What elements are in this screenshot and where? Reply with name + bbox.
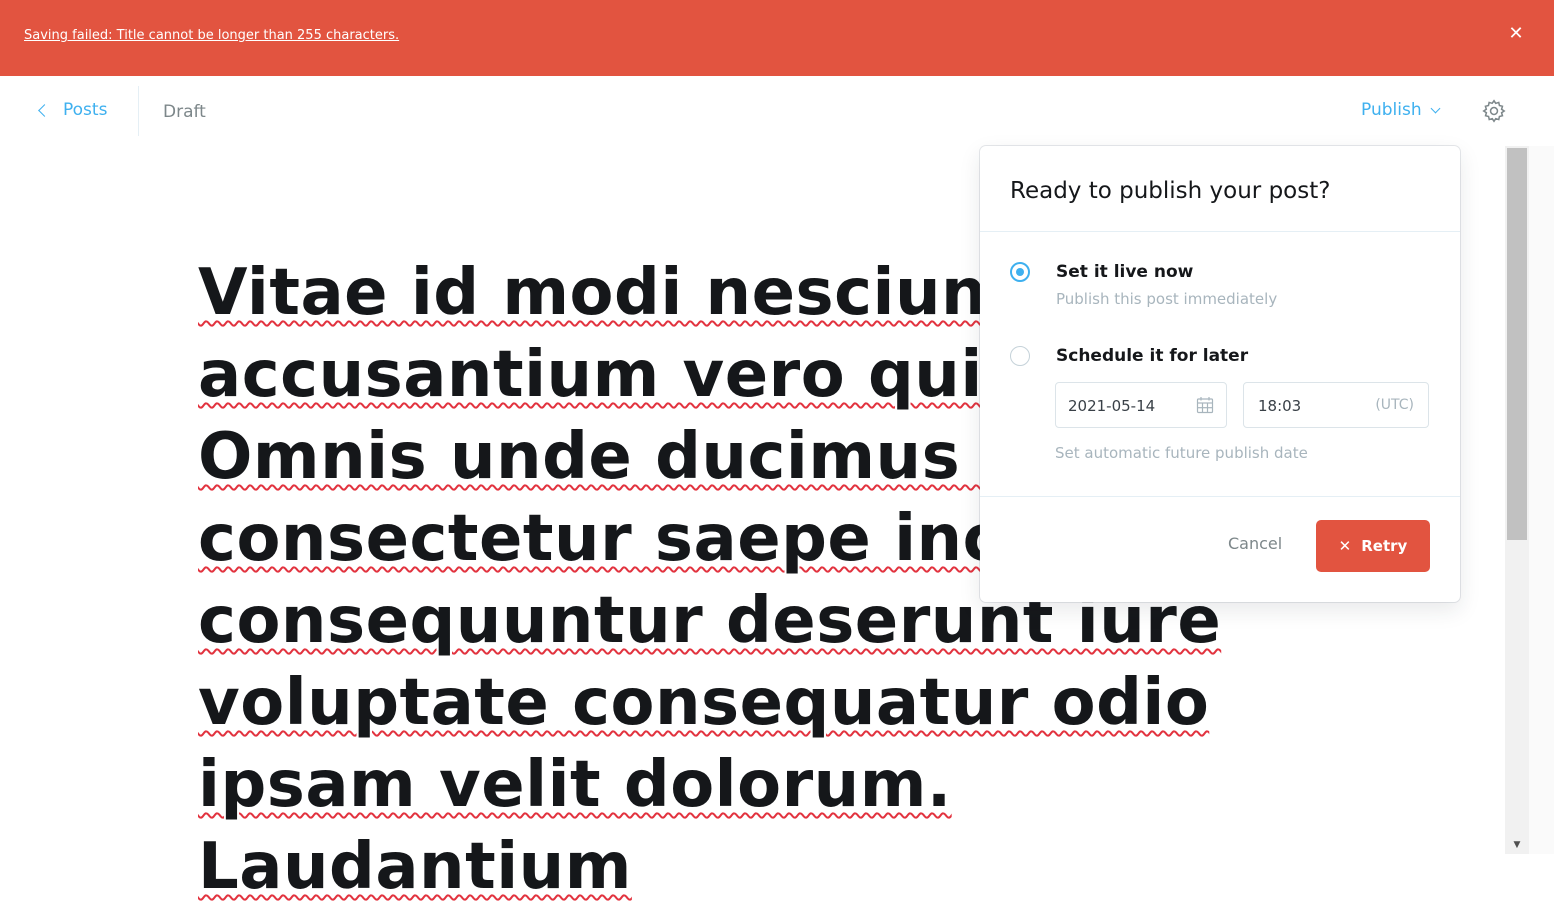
scrollbar[interactable]: ▼ <box>1505 146 1529 854</box>
scroll-down-arrow-icon[interactable]: ▼ <box>1505 838 1529 852</box>
timezone-label: (UTC) <box>1375 397 1414 413</box>
option-description: Publish this post immediately <box>1056 290 1278 308</box>
calendar-icon[interactable] <box>1196 396 1214 414</box>
radio-schedule[interactable] <box>1010 346 1030 366</box>
error-banner: Saving failed: Title cannot be longer th… <box>0 0 1554 76</box>
editor-header: Posts Draft Publish <box>0 76 1554 146</box>
publish-label: Publish <box>1361 100 1422 120</box>
back-to-posts-link[interactable]: Posts <box>38 100 108 120</box>
cancel-button[interactable]: Cancel <box>1228 534 1282 553</box>
divider <box>980 496 1460 497</box>
retry-button[interactable]: ✕ Retry <box>1316 520 1430 572</box>
close-icon[interactable]: ✕ <box>1504 22 1528 46</box>
publish-menu-trigger[interactable]: Publish <box>1361 100 1441 120</box>
schedule-date-input[interactable]: 2021-05-14 <box>1055 382 1227 428</box>
right-gutter <box>1529 146 1554 854</box>
divider <box>980 231 1460 232</box>
option-label: Schedule it for later <box>1056 346 1249 366</box>
publish-heading: Ready to publish your post? <box>1010 178 1331 204</box>
date-value: 2021-05-14 <box>1068 397 1156 415</box>
post-status: Draft <box>163 102 206 122</box>
option-description: Set automatic future publish date <box>1055 444 1308 462</box>
gear-icon[interactable] <box>1481 98 1507 124</box>
error-message[interactable]: Saving failed: Title cannot be longer th… <box>24 28 399 43</box>
scrollbar-thumb[interactable] <box>1507 148 1527 540</box>
back-label: Posts <box>63 100 108 120</box>
schedule-time-input[interactable]: 18:03 (UTC) <box>1243 382 1429 428</box>
time-value: 18:03 <box>1258 397 1302 415</box>
chevron-left-icon <box>38 104 51 117</box>
chevron-down-icon <box>1430 103 1441 113</box>
retry-label: Retry <box>1361 537 1408 555</box>
option-label: Set it live now <box>1056 262 1194 282</box>
close-icon: ✕ <box>1338 537 1352 555</box>
header-divider <box>138 86 139 136</box>
radio-publish-now[interactable] <box>1010 262 1030 282</box>
